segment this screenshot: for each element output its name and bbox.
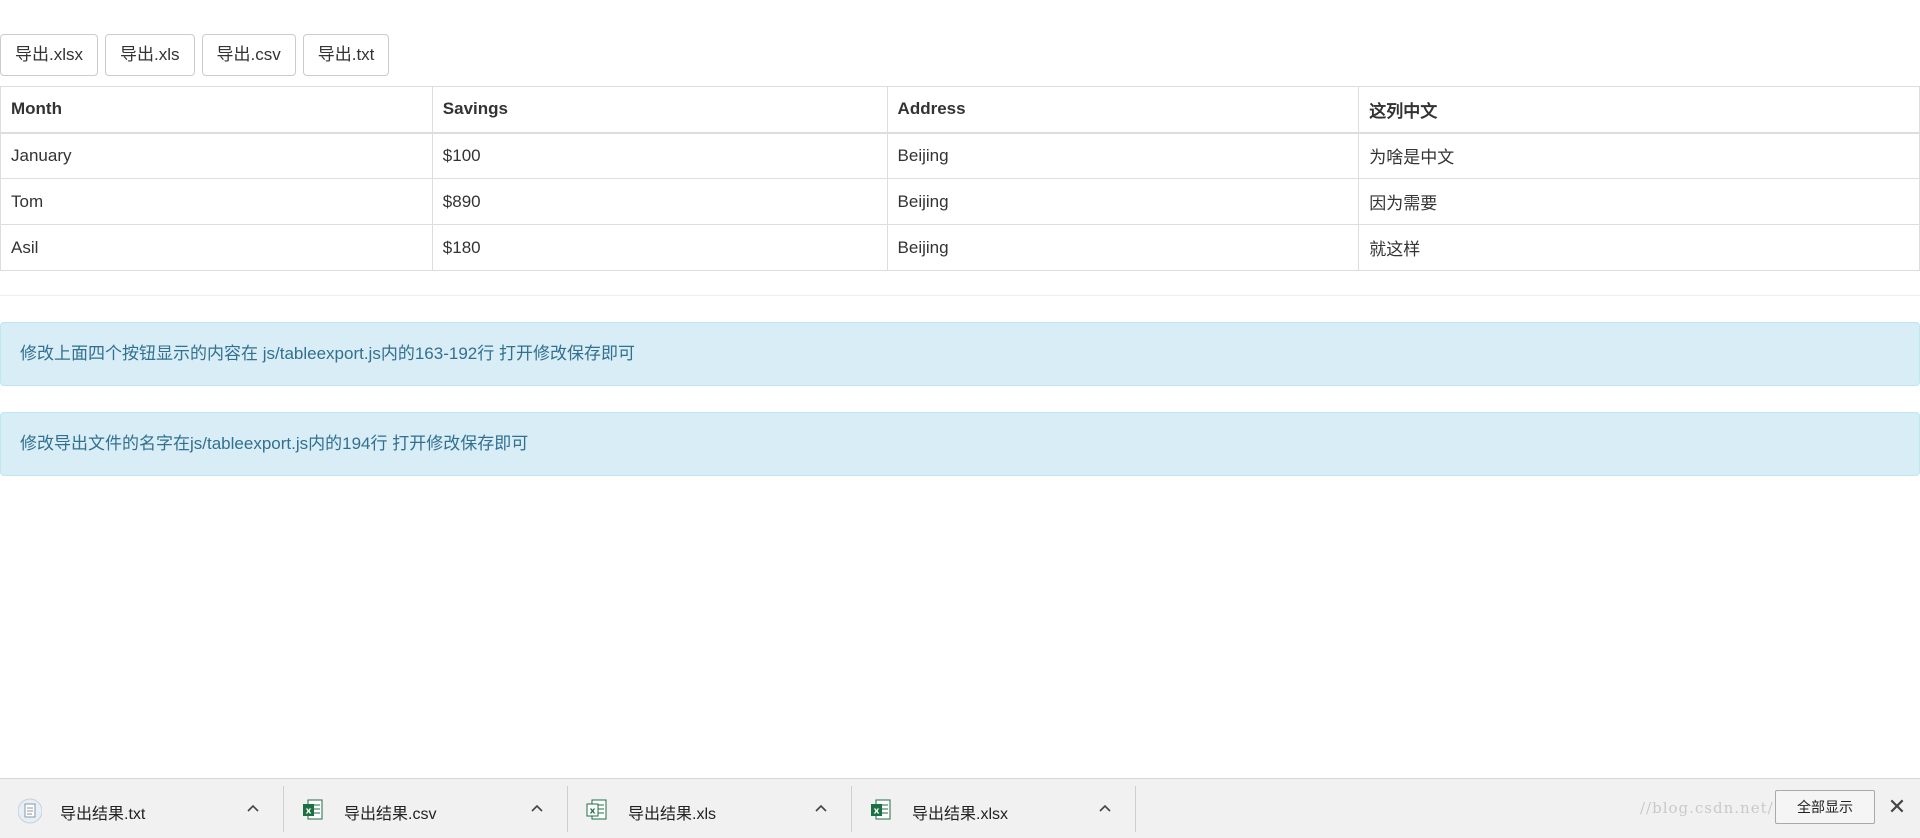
column-header-savings: Savings xyxy=(431,86,888,134)
close-icon[interactable]: ✕ xyxy=(1887,795,1907,819)
text-file-icon xyxy=(17,798,43,824)
chevron-up-icon[interactable] xyxy=(1097,800,1113,816)
export-toolbar: 导出.xlsx 导出.xls 导出.csv 导出.txt xyxy=(0,34,390,76)
download-filename: 导出结果.csv xyxy=(344,806,437,823)
table-row: January $100 Beijing 为啥是中文 xyxy=(0,132,1920,179)
export-csv-button[interactable]: 导出.csv xyxy=(201,34,296,76)
column-header-month: Month xyxy=(0,86,433,134)
excel-file-icon: x xyxy=(586,798,608,822)
info-alert-buttons: 修改上面四个按钮显示的内容在 js/tableexport.js内的163-19… xyxy=(0,322,1920,386)
chevron-up-icon[interactable] xyxy=(813,800,829,816)
svg-text:x: x xyxy=(590,807,596,817)
table-header-row: Month Savings Address 这列中文 xyxy=(0,86,1920,134)
download-filename: 导出结果.xls xyxy=(628,806,717,823)
divider xyxy=(0,295,1920,296)
watermark-text: //blog.csdn.net/... xyxy=(1640,799,1791,817)
download-bar: 导出结果.txt x 导出结果.csv x 导出结果.xls x 导出结果.xl… xyxy=(0,778,1920,838)
download-item-csv[interactable]: x 导出结果.csv xyxy=(284,786,568,832)
excel-file-icon: x xyxy=(302,798,324,822)
column-header-chinese: 这列中文 xyxy=(1358,86,1920,134)
table-row: Tom $890 Beijing 因为需要 xyxy=(0,178,1920,225)
table-row: Asil $180 Beijing 就这样 xyxy=(0,224,1920,271)
table-cell: 为啥是中文 xyxy=(1358,132,1920,179)
show-all-downloads-button[interactable]: 全部显示 xyxy=(1775,790,1875,824)
table-cell: Beijing xyxy=(886,132,1360,179)
table-cell: January xyxy=(0,132,433,179)
svg-text:x: x xyxy=(874,807,880,817)
export-xls-button[interactable]: 导出.xls xyxy=(105,34,195,76)
table-cell: 就这样 xyxy=(1358,224,1920,271)
download-filename: 导出结果.xlsx xyxy=(912,806,1009,823)
table-cell: $180 xyxy=(431,224,888,271)
download-item-xls[interactable]: x 导出结果.xls xyxy=(568,786,852,832)
page: 导出.xlsx 导出.xls 导出.csv 导出.txt Month Savin… xyxy=(0,0,1920,838)
chevron-up-icon[interactable] xyxy=(529,800,545,816)
export-txt-button[interactable]: 导出.txt xyxy=(302,34,390,76)
chevron-up-icon[interactable] xyxy=(245,800,261,816)
table-cell: Beijing xyxy=(886,224,1360,271)
svg-text:x: x xyxy=(306,807,312,817)
download-item-xlsx[interactable]: x 导出结果.xlsx xyxy=(852,786,1136,832)
table-cell: $100 xyxy=(431,132,888,179)
table-cell: Beijing xyxy=(886,178,1360,225)
table-cell: $890 xyxy=(431,178,888,225)
data-table: Month Savings Address 这列中文 January $100 … xyxy=(0,86,1920,271)
export-xlsx-button[interactable]: 导出.xlsx xyxy=(0,34,98,76)
table-cell: Asil xyxy=(0,224,433,271)
info-alert-filename: 修改导出文件的名字在js/tableexport.js内的194行 打开修改保存… xyxy=(0,412,1920,476)
download-filename: 导出结果.txt xyxy=(60,806,146,823)
table-cell: 因为需要 xyxy=(1358,178,1920,225)
column-header-address: Address xyxy=(886,86,1360,134)
excel-file-icon: x xyxy=(870,798,892,822)
download-item-txt[interactable]: 导出结果.txt xyxy=(0,786,284,832)
table-cell: Tom xyxy=(0,178,433,225)
